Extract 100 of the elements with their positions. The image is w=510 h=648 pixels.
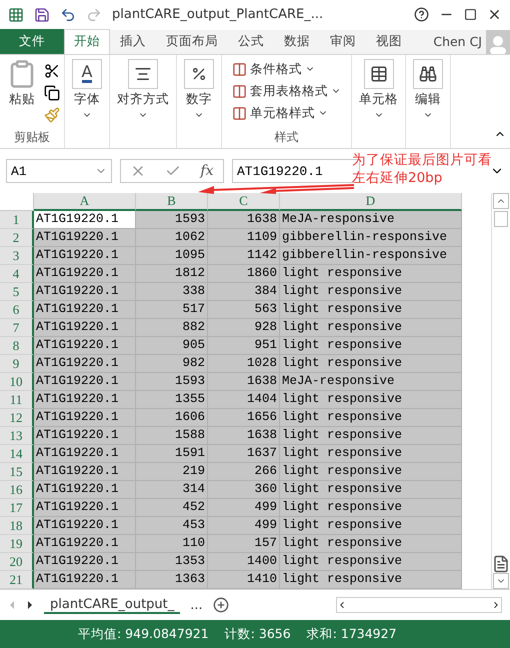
column-header[interactable]: A bbox=[34, 193, 136, 212]
table-cell: 905 bbox=[136, 337, 208, 356]
table-cell: light responsive bbox=[280, 301, 462, 320]
row-header[interactable]: 21 bbox=[0, 571, 34, 590]
style-menu-button[interactable]: 条件格式 bbox=[232, 60, 341, 78]
ribbon-button[interactable]: 对齐方式 bbox=[114, 58, 172, 146]
ribbon-tab[interactable]: 视图 bbox=[366, 28, 412, 54]
table-cell: 360 bbox=[208, 481, 280, 500]
row-header[interactable]: 1 bbox=[0, 211, 34, 230]
column-header[interactable]: C bbox=[208, 193, 280, 212]
paste-button[interactable]: 粘贴 bbox=[4, 58, 40, 130]
table-cell: AT1G19220.1 bbox=[34, 571, 136, 590]
table-cell: light responsive bbox=[280, 283, 462, 302]
row-header[interactable]: 20 bbox=[0, 553, 34, 572]
row-header[interactable]: 5 bbox=[0, 283, 34, 302]
help-icon[interactable] bbox=[414, 7, 429, 22]
row-header[interactable]: 8 bbox=[0, 337, 34, 356]
table-cell: 219 bbox=[136, 463, 208, 482]
table-cell: 563 bbox=[208, 301, 280, 320]
table-cell: light responsive bbox=[280, 517, 462, 536]
row-header[interactable]: 17 bbox=[0, 499, 34, 518]
scroll-down-icon[interactable] bbox=[493, 573, 509, 590]
table-cell: light responsive bbox=[280, 481, 462, 500]
row-header[interactable]: 15 bbox=[0, 463, 34, 482]
table-cell: 266 bbox=[208, 463, 280, 482]
scroll-thumb[interactable] bbox=[494, 211, 508, 228]
table-cell: 1638 bbox=[208, 211, 280, 230]
horizontal-scrollbar[interactable] bbox=[336, 597, 502, 614]
ribbon-button[interactable]: 编辑 bbox=[410, 58, 446, 146]
row-header[interactable]: 14 bbox=[0, 445, 34, 464]
table-cell: AT1G19220.1 bbox=[34, 265, 136, 284]
table-cell: 1593 bbox=[136, 373, 208, 392]
table-cell: AT1G19220.1 bbox=[34, 229, 136, 248]
ribbon-button[interactable]: 单元格 bbox=[356, 58, 401, 146]
ribbon-button[interactable]: 数字 bbox=[181, 58, 217, 146]
row-header[interactable]: 6 bbox=[0, 301, 34, 320]
more-sheets[interactable]: ... bbox=[190, 598, 203, 613]
table-cell: AT1G19220.1 bbox=[34, 391, 136, 410]
add-sheet-icon[interactable] bbox=[212, 597, 229, 614]
insert-function-button[interactable]: fx bbox=[200, 163, 214, 180]
row-header[interactable]: 9 bbox=[0, 355, 34, 374]
quick-analysis-icon[interactable] bbox=[492, 555, 510, 574]
row-header[interactable]: 13 bbox=[0, 427, 34, 446]
ribbon-tab[interactable]: 公式 bbox=[228, 28, 274, 54]
table-cell: 1593 bbox=[136, 211, 208, 230]
table-cell: 314 bbox=[136, 481, 208, 500]
column-header[interactable]: D bbox=[280, 193, 462, 212]
ribbon-tab[interactable]: 插入 bbox=[110, 28, 156, 54]
table-cell: AT1G19220.1 bbox=[34, 319, 136, 338]
row-header[interactable]: 4 bbox=[0, 265, 34, 284]
table-cell: 1812 bbox=[136, 265, 208, 284]
table-cell: 1404 bbox=[208, 391, 280, 410]
table-cell: light responsive bbox=[280, 355, 462, 374]
sheet-tab[interactable]: plantCARE_output_ bbox=[44, 596, 180, 614]
undo-icon[interactable] bbox=[60, 6, 76, 23]
ribbon-tab[interactable]: 数据 bbox=[274, 28, 320, 54]
style-menu-button[interactable]: 套用表格格式 bbox=[232, 82, 341, 100]
row-header[interactable]: 2 bbox=[0, 229, 34, 248]
table-cell: 1638 bbox=[208, 373, 280, 392]
table-cell: 982 bbox=[136, 355, 208, 374]
row-header[interactable]: 18 bbox=[0, 517, 34, 536]
name-box[interactable]: A1 bbox=[6, 159, 112, 184]
cut-icon[interactable] bbox=[44, 62, 60, 79]
table-cell: light responsive bbox=[280, 409, 462, 428]
row-header[interactable]: 7 bbox=[0, 319, 34, 338]
row-header[interactable]: 3 bbox=[0, 247, 34, 266]
table-cell: 1588 bbox=[136, 427, 208, 446]
user-name[interactable]: Chen CJ bbox=[433, 34, 486, 50]
ribbon-tab[interactable]: 审阅 bbox=[320, 28, 366, 54]
percent-icon bbox=[191, 66, 207, 82]
style-menu-button[interactable]: 单元格样式 bbox=[232, 104, 341, 122]
table-cell: light responsive bbox=[280, 445, 462, 464]
table-cell: AT1G19220.1 bbox=[34, 553, 136, 572]
copy-icon[interactable] bbox=[44, 84, 60, 101]
row-header[interactable]: 16 bbox=[0, 481, 34, 500]
table-cell: AT1G19220.1 bbox=[34, 301, 136, 320]
paintbrush-icon[interactable] bbox=[44, 106, 60, 123]
table-style-icon bbox=[232, 84, 247, 99]
row-header[interactable]: 11 bbox=[0, 391, 34, 410]
spreadsheet-icon bbox=[8, 6, 24, 23]
status-text: 求和: 1734927 bbox=[306, 626, 397, 643]
file-tab[interactable]: 文件 bbox=[0, 28, 64, 54]
row-header[interactable]: 10 bbox=[0, 373, 34, 392]
table-cell: 1062 bbox=[136, 229, 208, 248]
table-cell: AT1G19220.1 bbox=[34, 445, 136, 464]
table-cell: 517 bbox=[136, 301, 208, 320]
save-icon[interactable] bbox=[34, 6, 50, 23]
table-cell: 1591 bbox=[136, 445, 208, 464]
ribbon-tab[interactable]: 页面布局 bbox=[156, 28, 228, 54]
table-cell: 1109 bbox=[208, 229, 280, 248]
ribbon-button[interactable]: A 字体 bbox=[69, 58, 105, 146]
row-header[interactable]: 19 bbox=[0, 535, 34, 554]
maximize-icon[interactable] bbox=[464, 8, 477, 22]
row-header[interactable]: 12 bbox=[0, 409, 34, 428]
table-cell: 1410 bbox=[208, 571, 280, 590]
scroll-up-icon[interactable] bbox=[493, 193, 509, 210]
ribbon-tab[interactable]: 开始 bbox=[64, 28, 110, 54]
next-sheet-icon[interactable] bbox=[26, 600, 34, 610]
table-cell: 1606 bbox=[136, 409, 208, 428]
column-header[interactable]: B bbox=[136, 193, 208, 212]
